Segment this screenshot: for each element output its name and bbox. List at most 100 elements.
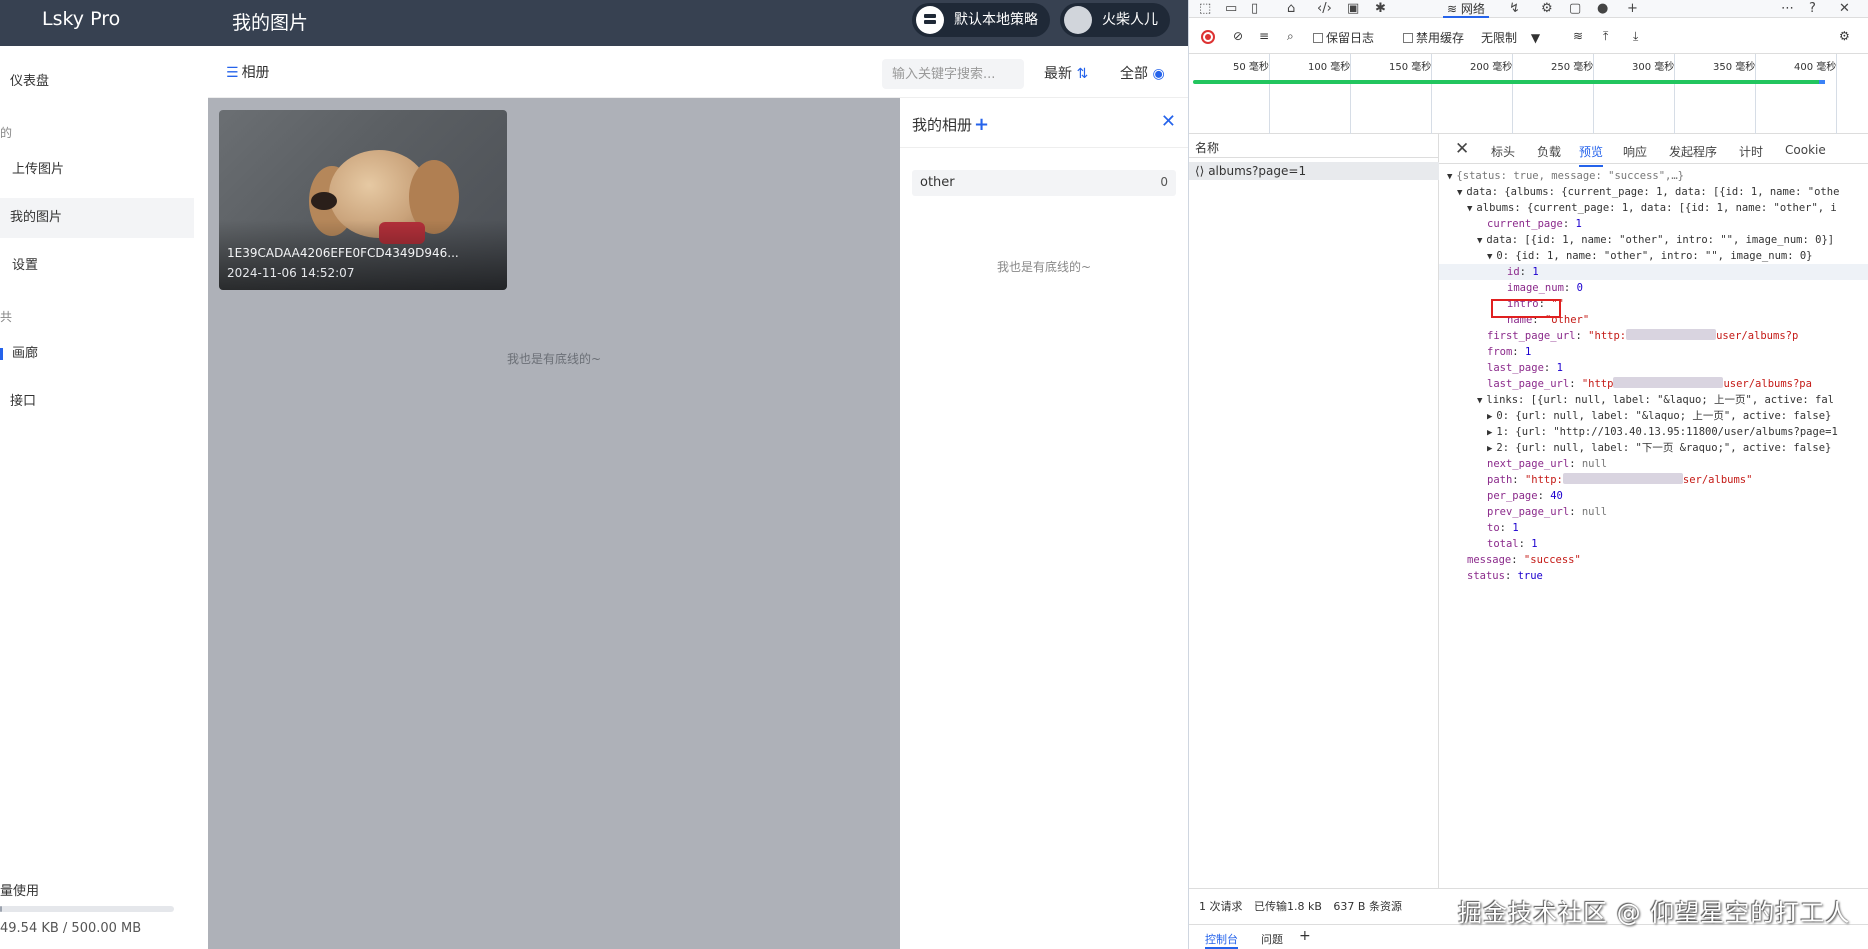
json-line[interactable]: ▶ 1: {url: "http://103.40.13.95:11800/use… bbox=[1439, 424, 1868, 440]
strategy-button[interactable]: 默认本地策略 bbox=[912, 3, 1050, 37]
request-row[interactable]: ⟨⟩ albums?page=1 bbox=[1189, 162, 1439, 180]
sidebar-item-gallery[interactable]: 画廊 bbox=[0, 334, 194, 374]
album-panel: 我的相册 + ✕ other 0 我也是有底线的~ bbox=[900, 98, 1188, 949]
network-conditions-icon[interactable]: ≋ bbox=[1573, 29, 1583, 43]
filter-button[interactable]: 全部 ◉ bbox=[1120, 63, 1165, 83]
tab-timing[interactable]: 计时 bbox=[1739, 143, 1763, 160]
timeline-label: 100 毫秒 bbox=[1308, 62, 1351, 73]
more-icon[interactable]: ⋯ bbox=[1781, 1, 1794, 16]
gallery-end-text: 我也是有底线的~ bbox=[506, 352, 602, 366]
sidebar-item-api[interactable]: 接口 bbox=[0, 382, 194, 422]
close-icon[interactable]: ✕ bbox=[1161, 111, 1176, 132]
console-icon[interactable]: ▣ bbox=[1347, 1, 1359, 16]
tab-preview[interactable]: 预览 bbox=[1579, 143, 1604, 167]
json-value: "http bbox=[1581, 378, 1614, 390]
tab-payload[interactable]: 负载 bbox=[1537, 143, 1561, 160]
xhr-icon: ⟨⟩ bbox=[1195, 164, 1205, 178]
throttle-select[interactable]: 无限制 ▼ bbox=[1481, 29, 1540, 46]
status-requests: 1 次请求 bbox=[1199, 900, 1243, 913]
json-key: to bbox=[1487, 522, 1500, 534]
json-line: per_page: 40 bbox=[1487, 490, 1563, 502]
timeline-label: 150 毫秒 bbox=[1389, 62, 1432, 73]
sidebar-item-my-images[interactable]: 我的图片 bbox=[0, 198, 194, 238]
import-icon[interactable]: ⤒ bbox=[1603, 29, 1608, 44]
json-line[interactable]: ▼ data: {albums: {current_page: 1, data: … bbox=[1439, 184, 1868, 200]
help-icon[interactable]: ? bbox=[1809, 1, 1816, 16]
sidebar-item-dashboard[interactable]: 仪表盘 bbox=[0, 62, 194, 102]
disable-cache-checkbox[interactable]: 禁用缓存 bbox=[1403, 29, 1464, 46]
record-icon[interactable] bbox=[1201, 30, 1215, 44]
image-gallery: 1E39CADAA4206EFE0FCD4349D946... 2024-11-… bbox=[208, 98, 900, 949]
inspect-icon[interactable]: ⬚ bbox=[1199, 1, 1211, 16]
album-list-item[interactable]: other 0 bbox=[912, 170, 1176, 196]
json-line[interactable]: ▶ 2: {url: null, label: "下一页 &raquo;", ac… bbox=[1439, 440, 1868, 456]
request-detail: ✕ 标头 负载 预览 响应 发起程序 计时 Cookie ▼ {status: t… bbox=[1439, 134, 1868, 889]
albums-button[interactable]: ☰ 相册 bbox=[226, 62, 270, 82]
sidebar-item-upload[interactable]: 上传图片 bbox=[0, 150, 194, 190]
elements-icon[interactable]: ‹/› bbox=[1317, 1, 1332, 16]
performance-icon[interactable]: ↯ bbox=[1509, 1, 1520, 16]
add-drawer-tab-icon[interactable]: + bbox=[1299, 928, 1311, 944]
json-value: "http: bbox=[1524, 474, 1563, 486]
json-key: image_num bbox=[1507, 282, 1564, 294]
tab-headers[interactable]: 标头 bbox=[1491, 143, 1515, 160]
tab-initiator[interactable]: 发起程序 bbox=[1669, 143, 1717, 160]
export-icon[interactable]: ⤓ bbox=[1633, 29, 1638, 44]
timeline-label: 50 毫秒 bbox=[1233, 62, 1269, 73]
cookie-icon[interactable]: ● bbox=[1597, 1, 1608, 16]
json-line[interactable]: ▼ {status: true, message: "success",…} bbox=[1439, 168, 1868, 184]
collapse-triangle-icon: ▼ bbox=[1477, 396, 1483, 406]
timeline-gridline bbox=[1269, 54, 1270, 134]
json-summary: 1: {url: "http://103.40.13.95:11800/user… bbox=[1496, 426, 1838, 438]
tab-console[interactable]: 控制台 bbox=[1205, 931, 1238, 949]
json-value: 1 bbox=[1512, 522, 1519, 534]
preserve-log-label: 保留日志 bbox=[1326, 31, 1375, 45]
sort-label: 最新 bbox=[1044, 66, 1072, 82]
clear-icon[interactable]: ⊘ bbox=[1233, 29, 1243, 43]
panel-icon[interactable]: ▯ bbox=[1251, 1, 1258, 16]
close-devtools-icon[interactable]: ✕ bbox=[1839, 1, 1850, 16]
json-line[interactable]: ▼ 0: {id: 1, name: "other", intro: "", im… bbox=[1439, 248, 1868, 264]
request-list-header[interactable]: 名称 bbox=[1189, 134, 1439, 158]
json-line[interactable]: ▼ albums: {current_page: 1, data: [{id: 1… bbox=[1439, 200, 1868, 216]
json-key: last_page bbox=[1487, 362, 1544, 374]
json-value: user/albums?pa bbox=[1723, 378, 1812, 390]
json-value: 1 bbox=[1531, 538, 1538, 550]
filter-label: 全部 bbox=[1120, 66, 1148, 82]
status-transferred: 已传输1.8 kB bbox=[1254, 900, 1322, 913]
bug-icon[interactable]: ✱ bbox=[1375, 1, 1386, 16]
json-summary: 2: {url: null, label: "下一页 &raquo;", act… bbox=[1496, 442, 1832, 454]
search-input[interactable] bbox=[882, 59, 1024, 89]
settings-icon[interactable]: ⚙ bbox=[1839, 29, 1850, 43]
sort-button[interactable]: 最新 ⇅ bbox=[1044, 63, 1088, 83]
filter-icon[interactable]: ≡ bbox=[1259, 29, 1269, 43]
sidebar-item-settings[interactable]: 设置 bbox=[0, 246, 194, 286]
json-line: to: 1 bbox=[1487, 522, 1519, 534]
add-tab-icon[interactable]: + bbox=[1627, 1, 1638, 16]
search-icon[interactable]: ⌕ bbox=[1287, 29, 1294, 44]
collapse-triangle-icon: ▼ bbox=[1487, 252, 1493, 262]
device-icon[interactable]: ▭ bbox=[1225, 1, 1237, 16]
json-line: last_page: 1 bbox=[1487, 362, 1563, 374]
add-album-icon[interactable]: + bbox=[974, 114, 989, 135]
json-summary: 0: {id: 1, name: "other", intro: "", ima… bbox=[1496, 250, 1813, 262]
json-line[interactable]: ▶ 0: {url: null, label: "&laquo; 上一页", ac… bbox=[1439, 408, 1868, 424]
json-line[interactable]: ▼ data: [{id: 1, name: "other", intro: ""… bbox=[1439, 232, 1868, 248]
preserve-log-checkbox[interactable]: 保留日志 bbox=[1313, 29, 1374, 46]
brand-logo[interactable]: Lsky Pro bbox=[0, 0, 208, 46]
avatar bbox=[1064, 6, 1092, 34]
json-key: from bbox=[1487, 346, 1513, 358]
application-icon[interactable]: ▢ bbox=[1569, 1, 1581, 16]
timeline-label: 350 毫秒 bbox=[1713, 62, 1756, 73]
menu-icon: ☰ bbox=[226, 65, 239, 81]
json-line[interactable]: ▼ links: [{url: null, label: "&laquo; 上一页… bbox=[1439, 392, 1868, 408]
tab-cookies[interactable]: Cookie bbox=[1785, 143, 1826, 157]
tab-network[interactable]: ≋ 网络 bbox=[1443, 0, 1489, 18]
close-icon[interactable]: ✕ bbox=[1455, 139, 1469, 159]
home-icon[interactable]: ⌂ bbox=[1287, 1, 1295, 16]
gear-small-icon[interactable]: ⚙ bbox=[1541, 1, 1553, 16]
user-menu-button[interactable]: 火柴人儿 bbox=[1060, 3, 1170, 37]
image-card[interactable]: 1E39CADAA4206EFE0FCD4349D946... 2024-11-… bbox=[219, 110, 507, 290]
tab-response[interactable]: 响应 bbox=[1623, 143, 1647, 160]
tab-issues[interactable]: 问题 bbox=[1261, 931, 1283, 947]
